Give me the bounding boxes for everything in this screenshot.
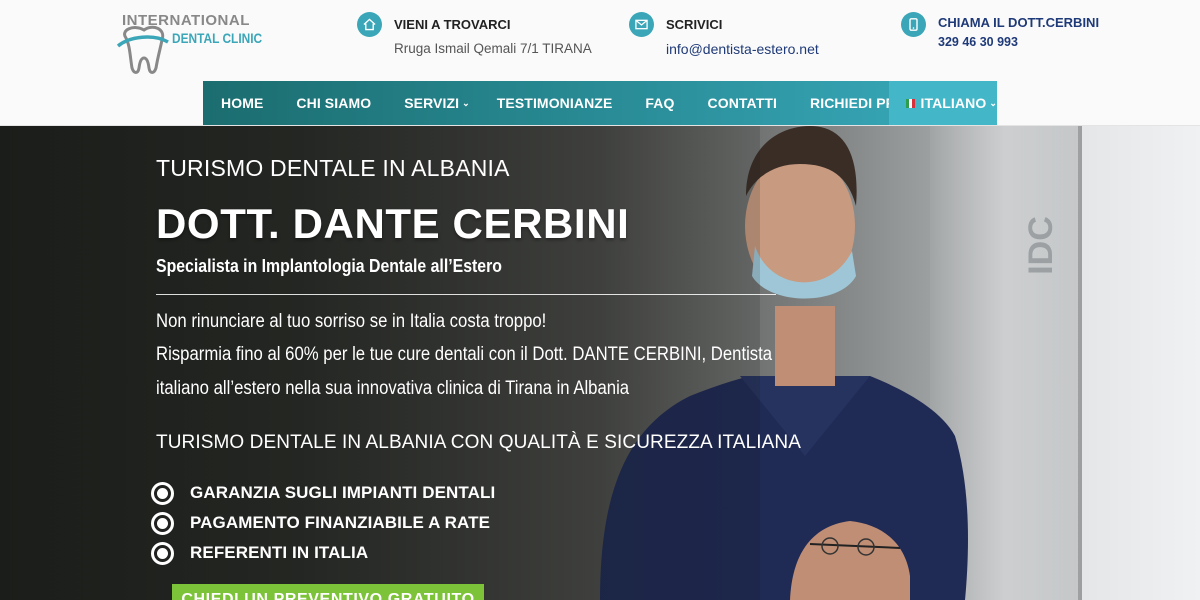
mail-icon — [629, 12, 654, 37]
nav-item-contatti[interactable]: CONTATTI — [708, 81, 778, 125]
hero-pretitle: TURISMO DENTALE IN ALBANIA — [156, 155, 510, 181]
feature-label: PAGAMENTO FINANZIABILE A RATE — [190, 513, 491, 532]
contact-address-value: Rruga Ismail Qemali 7/1 TIRANA — [394, 41, 592, 56]
nav-item-label: CHI SIAMO — [296, 95, 372, 111]
hero-subtitle: Specialista in Implantologia Dentale all… — [156, 256, 502, 276]
contact-email-link[interactable]: info@dentista-estero.net — [666, 41, 819, 57]
free-quote-button[interactable]: CHIEDI UN PREVENTIVO GRATUITO — [172, 584, 484, 600]
nav-item-testimonianze[interactable]: TESTIMONIANZE — [497, 81, 613, 125]
language-label: ITALIANO — [920, 95, 987, 111]
italy-flag-icon — [906, 98, 916, 108]
chevron-down-icon: ⌄ — [462, 98, 470, 108]
nav-item-label: HOME — [221, 95, 264, 111]
logo-line-1: INTERNATIONAL — [122, 12, 250, 29]
feature-item: GARANZIA SUGLI IMPIANTI DENTALI — [151, 481, 495, 505]
site-header: INTERNATIONAL DENTAL CLINIC VIENI A TROV… — [0, 0, 1200, 126]
flag-stripe-red — [912, 98, 916, 108]
feature-item: PAGAMENTO FINANZIABILE A RATE — [151, 511, 490, 535]
phone-icon — [901, 12, 926, 37]
chevron-down-icon: ⌄ — [989, 98, 997, 108]
radio-bullet-icon — [151, 541, 174, 565]
contact-email-title: SCRIVICI — [666, 17, 723, 32]
clinic-logo[interactable]: INTERNATIONAL DENTAL CLINIC — [116, 10, 263, 78]
feature-label: REFERENTI IN ITALIA — [190, 543, 369, 562]
hero-title: DOTT. DANTE CERBINI — [156, 200, 630, 247]
home-icon — [357, 12, 382, 37]
hero-paragraph-line-1: Non rinunciare al tuo sorriso se in Ital… — [156, 311, 547, 332]
nav-item-label: FAQ — [645, 95, 675, 111]
nav-item-servizi[interactable]: SERVIZI ⌄ — [404, 81, 470, 125]
nav-item-faq[interactable]: FAQ — [645, 81, 674, 125]
nav-item-label: CONTATTI — [707, 95, 777, 111]
feature-item: REFERENTI IN ITALIA — [151, 541, 368, 565]
logo-line-2: DENTAL CLINIC — [172, 30, 263, 46]
feature-label: GARANZIA SUGLI IMPIANTI DENTALI — [190, 483, 496, 502]
hero-paragraph-line-3: italiano all’estero nella sua innovativa… — [156, 378, 630, 399]
main-nav: HOME CHI SIAMO SERVIZI ⌄ TESTIMONIANZE FA… — [203, 81, 997, 125]
contact-phone-link[interactable]: 329 46 30 993 — [938, 35, 1018, 49]
hero-divider — [156, 294, 776, 295]
hero-tagline: TURISMO DENTALE IN ALBANIA CON QUALITÀ E… — [156, 432, 801, 453]
language-selector[interactable]: ITALIANO ⌄ — [889, 81, 997, 125]
radio-bullet-icon — [151, 481, 174, 505]
nav-item-chi-siamo[interactable]: CHI SIAMO — [296, 81, 371, 125]
nav-item-home[interactable]: HOME — [221, 81, 263, 125]
nav-item-label: SERVIZI — [404, 95, 460, 111]
contact-address-title: VIENI A TROVARCI — [394, 17, 511, 32]
hero-paragraph-line-2: Risparmia fino al 60% per le tue cure de… — [156, 344, 773, 365]
contact-phone-title: CHIAMA IL DOTT.CERBINI — [938, 15, 1100, 30]
nav-item-label: TESTIMONIANZE — [496, 95, 613, 111]
radio-bullet-icon — [151, 511, 174, 535]
